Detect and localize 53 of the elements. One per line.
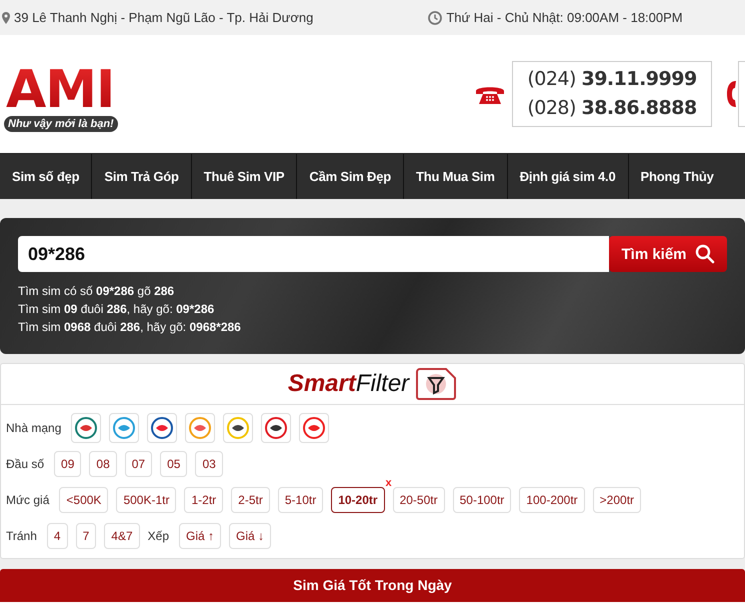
carrier-logo-icon	[113, 417, 136, 439]
filter-option[interactable]: <500K	[59, 487, 108, 513]
filter-option[interactable]: 20-50tr	[392, 487, 445, 513]
carrier-button[interactable]	[147, 413, 178, 443]
filter-label: Đầu số	[6, 457, 44, 471]
carrier-logo-icon	[75, 417, 98, 439]
filter-label: Mức giá	[6, 493, 50, 507]
filter-option[interactable]: 1-2tr	[184, 487, 224, 513]
filter-option[interactable]: 2-5tr	[231, 487, 270, 513]
filter-option[interactable]: 100-200tr	[519, 487, 585, 513]
filter-option[interactable]: 10-20tr	[331, 487, 385, 513]
logo-tagline: Như vậy mới là bạn!	[4, 116, 118, 132]
clock-icon	[428, 10, 442, 24]
filter-option[interactable]: Giá ↓	[229, 523, 272, 549]
search-hint: Tìm sim có số 09*286 gõ 286	[18, 283, 176, 300]
hours-text: Thứ Hai - Chủ Nhật: 09:00AM - 18:00PM	[446, 10, 683, 25]
filter-icon	[415, 368, 458, 400]
carrier-logo-icon	[303, 417, 326, 439]
filter-label: Xếp	[148, 529, 169, 543]
filter-option[interactable]: 5-10tr	[278, 487, 324, 513]
filter-option[interactable]: 05	[160, 451, 188, 477]
filter-option[interactable]: 7	[76, 523, 96, 549]
search-hint: Tìm sim 0968 đuôi 286, hãy gõ: 0968*286	[18, 319, 242, 336]
filter-option[interactable]: 4&7	[104, 523, 140, 549]
filter-option[interactable]: >200tr	[592, 487, 642, 513]
phone-number[interactable]: (024) 39.11.9999	[527, 65, 697, 94]
filter-option[interactable]: 08	[89, 451, 117, 477]
filter-option[interactable]: 09	[54, 451, 82, 477]
carrier-logo-icon	[265, 417, 288, 439]
phone-number[interactable]: (028) 38.86.8888	[527, 94, 697, 123]
filter-label: Tránh	[6, 529, 37, 543]
filter-option[interactable]: Giá ↑	[179, 523, 222, 549]
filter-option[interactable]: 4	[46, 523, 68, 549]
carrier-logo-icon	[151, 417, 174, 439]
search-field[interactable]: 09*286	[18, 236, 609, 272]
filter-title: SmartFilter	[288, 370, 410, 398]
address-text: 39 Lê Thanh Nghị - Phạm Ngũ Lão - Tp. Hải Dương	[14, 10, 314, 25]
filter-option[interactable]: 03	[195, 451, 223, 477]
carrier-button[interactable]	[261, 413, 292, 443]
search-icon	[694, 244, 715, 264]
clear-mark[interactable]: x	[385, 478, 392, 488]
nav-link[interactable]: Phong Thủy	[628, 154, 718, 199]
filter-option[interactable]: 50-100tr	[452, 487, 512, 513]
search-hint: Tìm sim 09 đuôi 286, hãy gõ: 09*286	[18, 301, 216, 318]
carrier-logo-icon	[227, 417, 250, 439]
filter-option[interactable]: 500K-1tr	[116, 487, 176, 513]
carrier-button[interactable]	[223, 413, 254, 443]
section-header: Sim Giá Tốt Trong Ngày	[0, 569, 745, 602]
logo[interactable]: AMI Như vậy mới là bạn!	[4, 60, 129, 132]
filter-option[interactable]: 07	[124, 451, 152, 477]
carrier-logo-icon	[189, 417, 212, 439]
filter-label: Nhà mạng	[6, 421, 62, 435]
search-button[interactable]: Tìm kiếm	[609, 236, 727, 272]
